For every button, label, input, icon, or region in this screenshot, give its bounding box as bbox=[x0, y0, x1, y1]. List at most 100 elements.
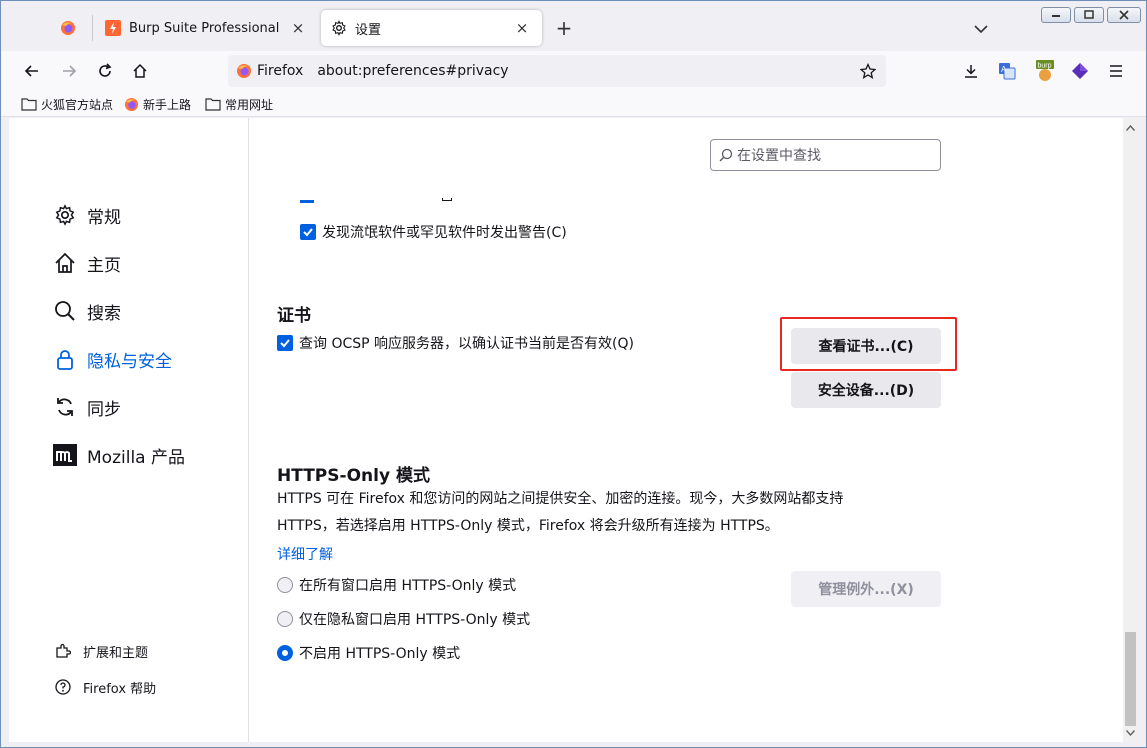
tab-settings[interactable]: 设置 × bbox=[321, 10, 542, 46]
learn-more-link[interactable]: 详细了解 bbox=[277, 544, 333, 564]
close-tab-icon[interactable]: × bbox=[288, 18, 308, 38]
sidebar-item-privacy[interactable]: 隐私与安全 bbox=[53, 344, 172, 374]
vertical-scrollbar[interactable] bbox=[1123, 118, 1138, 742]
sidebar-item-label: 隐私与安全 bbox=[87, 351, 172, 372]
download-icon bbox=[965, 65, 977, 78]
scroll-down-icon[interactable] bbox=[1123, 725, 1138, 740]
svg-text:burp: burp bbox=[1038, 63, 1052, 70]
url-text[interactable]: about:preferences#privacy bbox=[317, 63, 854, 79]
diamond-extension-icon bbox=[1072, 63, 1088, 79]
hamburger-menu-icon bbox=[1110, 65, 1122, 77]
radio-https-all-windows[interactable]: 在所有窗口启用 HTTPS-Only 模式 bbox=[277, 575, 516, 595]
sidebar-item-search[interactable]: 搜索 bbox=[53, 296, 121, 326]
tab-title: 设置 bbox=[355, 22, 382, 38]
gear-icon bbox=[55, 204, 75, 226]
back-button[interactable] bbox=[17, 57, 47, 85]
mozilla-icon bbox=[53, 444, 77, 466]
arrow-left-icon bbox=[24, 65, 38, 77]
ocsp-checkbox[interactable]: 查询 OCSP 响应服务器，以确认证书当前是否有效(Q) bbox=[277, 333, 634, 353]
extension-button[interactable] bbox=[1065, 57, 1095, 85]
downloads-button[interactable] bbox=[956, 57, 986, 85]
maximize-button[interactable] bbox=[1074, 7, 1104, 23]
bookmark-item[interactable]: 新手上路 bbox=[124, 94, 191, 114]
sidebar-item-general[interactable]: 常规 bbox=[53, 200, 121, 230]
radio-label: 在所有窗口启用 HTTPS-Only 模式 bbox=[299, 578, 517, 594]
radio-label: 不启用 HTTPS-Only 模式 bbox=[299, 646, 461, 662]
help-icon bbox=[55, 679, 71, 695]
radio-selected-icon[interactable] bbox=[277, 645, 293, 661]
sidebar-item-label: Mozilla 产品 bbox=[87, 447, 185, 468]
list-tabs-button[interactable] bbox=[969, 17, 993, 41]
sidebar-item-label: 同步 bbox=[87, 399, 121, 420]
bookmark-folder[interactable]: 火狐官方站点 bbox=[21, 94, 113, 114]
home-button[interactable] bbox=[125, 57, 155, 85]
minimize-button[interactable] bbox=[1041, 7, 1071, 23]
checkbox-checked-icon[interactable] bbox=[300, 224, 316, 240]
reload-button[interactable] bbox=[90, 57, 120, 85]
close-window-button[interactable] bbox=[1107, 7, 1141, 23]
new-tab-button[interactable]: + bbox=[553, 16, 575, 40]
search-placeholder: 在设置中查找 bbox=[737, 148, 821, 164]
search-field[interactable]: 在设置中查找 bbox=[710, 139, 941, 171]
tab-firefox[interactable] bbox=[48, 10, 88, 46]
preferences-page: 常规 主页 搜索 隐私与安全 同步 Mozilla 产品 扩展和主题 Firef… bbox=[9, 118, 1138, 742]
search-icon bbox=[55, 301, 75, 321]
maximize-icon bbox=[1084, 10, 1094, 19]
security-devices-button[interactable]: 安全设备...(D) bbox=[791, 372, 941, 408]
bookmark-folder[interactable]: 常用网址 bbox=[205, 94, 273, 114]
lock-icon bbox=[57, 350, 73, 370]
tab-separator bbox=[92, 15, 93, 41]
certificates-heading: 证书 bbox=[277, 306, 311, 326]
star-icon bbox=[860, 63, 876, 79]
sidebar-item-mozilla-products[interactable]: Mozilla 产品 bbox=[53, 440, 185, 470]
manage-exceptions-button[interactable]: 管理例外...(X) bbox=[791, 571, 941, 607]
search-icon bbox=[719, 148, 733, 162]
scroll-up-icon[interactable] bbox=[1123, 120, 1138, 135]
tab-title: Burp Suite Professional bbox=[129, 20, 280, 36]
scrollbar-thumb[interactable] bbox=[1125, 632, 1136, 726]
home-icon bbox=[55, 252, 75, 273]
highlight-box bbox=[780, 317, 957, 371]
menu-button[interactable] bbox=[1101, 57, 1131, 85]
https-only-description-line2: HTTPS，若选择启用 HTTPS-Only 模式，Firefox 将会升级所有… bbox=[277, 518, 779, 534]
checkbox-label: 发现流氓软件或罕见软件时发出警告(C) bbox=[322, 225, 567, 241]
tab-burp[interactable]: Burp Suite Professional × bbox=[95, 10, 318, 46]
folder-icon bbox=[205, 98, 221, 111]
firefox-icon bbox=[237, 64, 251, 78]
bookmark-label: 常用网址 bbox=[225, 97, 274, 112]
translate-button[interactable]: A bbox=[992, 57, 1022, 85]
https-only-heading: HTTPS-Only 模式 bbox=[277, 466, 430, 486]
radio-https-private-only[interactable]: 仅在隐私窗口启用 HTTPS-Only 模式 bbox=[277, 609, 530, 629]
forward-button[interactable] bbox=[54, 57, 84, 85]
footer-label: Firefox 帮助 bbox=[83, 681, 157, 697]
firefox-icon bbox=[61, 21, 75, 35]
sidebar-footer-help[interactable]: Firefox 帮助 bbox=[55, 675, 156, 699]
folder-icon bbox=[21, 98, 37, 111]
radio-https-disabled[interactable]: 不启用 HTTPS-Only 模式 bbox=[277, 643, 460, 663]
firefox-icon bbox=[124, 97, 139, 111]
identity-box[interactable]: Firefox bbox=[234, 59, 309, 83]
browser-window: Burp Suite Professional × 设置 × + Firefox… bbox=[0, 0, 1147, 748]
malware-warning-checkbox[interactable]: 发现流氓软件或罕见软件时发出警告(C) bbox=[300, 222, 567, 242]
close-tab-icon[interactable]: × bbox=[512, 18, 532, 38]
url-bar[interactable]: Firefox about:preferences#privacy bbox=[228, 55, 886, 87]
footer-label: 扩展和主题 bbox=[83, 645, 149, 661]
bookmark-label: 火狐官方站点 bbox=[41, 97, 114, 112]
burp-proxy-icon: burp bbox=[1036, 60, 1054, 81]
identity-label: Firefox bbox=[257, 63, 304, 79]
sidebar-item-home[interactable]: 主页 bbox=[53, 248, 121, 278]
tab-strip: Burp Suite Professional × 设置 × + bbox=[1, 1, 1146, 51]
sidebar-footer-addons[interactable]: 扩展和主题 bbox=[55, 639, 148, 663]
burp-icon bbox=[105, 20, 121, 36]
gear-icon bbox=[332, 20, 346, 36]
categories-sidebar: 常规 主页 搜索 隐私与安全 同步 Mozilla 产品 扩展和主题 Firef… bbox=[9, 118, 249, 742]
bookmark-star-button[interactable] bbox=[854, 57, 882, 85]
bookmarks-toolbar: 火狐官方站点 新手上路 常用网址 bbox=[1, 91, 1146, 117]
sync-icon bbox=[57, 398, 73, 416]
reload-icon bbox=[99, 63, 112, 77]
checkbox-checked-icon[interactable] bbox=[277, 335, 293, 351]
burp-extension-button[interactable]: burp bbox=[1030, 57, 1060, 85]
radio-unselected-icon[interactable] bbox=[277, 611, 293, 627]
sidebar-item-sync[interactable]: 同步 bbox=[53, 392, 121, 422]
radio-unselected-icon[interactable] bbox=[277, 577, 293, 593]
